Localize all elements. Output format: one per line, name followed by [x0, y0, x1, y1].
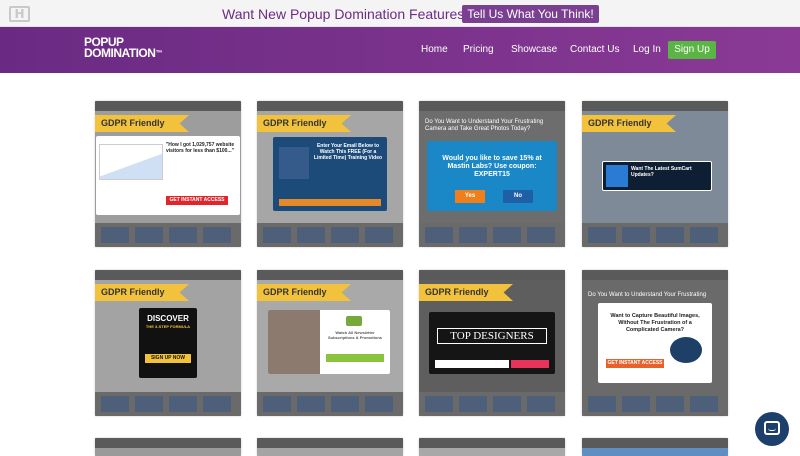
site-bar: [419, 101, 565, 111]
site-headline: Do You Want to Understand Your Frustrati…: [588, 292, 707, 298]
popup-no: No: [503, 190, 533, 203]
popup-headline: Enter Your Email Below to Watch This FRE…: [313, 143, 383, 161]
video-thumb: [279, 147, 309, 179]
showcase-thumb-12[interactable]: [582, 438, 728, 456]
child-photo: [268, 310, 320, 374]
site-bar: [257, 270, 403, 280]
h-logo-icon[interactable]: H: [9, 6, 30, 22]
popup-cta: SIGN UP NOW: [145, 354, 191, 363]
popup-preview: DISCOVER THE 3-STEP FORMULA SIGN UP NOW: [139, 308, 197, 378]
popup-preview: Watch All Newsletter Subscriptions & Pro…: [268, 310, 390, 374]
popup-headline: TOP DESIGNERS: [437, 328, 547, 344]
showcase-thumb-8[interactable]: Do You Want to Understand Your Frustrati…: [582, 270, 728, 416]
announcement-text: Want New Popup Domination Features?: [222, 6, 473, 22]
nav-pricing[interactable]: Pricing: [463, 44, 494, 55]
showcase-thumb-9[interactable]: [95, 438, 241, 456]
showcase-thumb-6[interactable]: Watch All Newsletter Subscriptions & Pro…: [257, 270, 403, 416]
popup-headline: DISCOVER: [147, 314, 189, 323]
gdpr-badge: GDPR Friendly: [419, 284, 513, 301]
popup-headline: Want The Latest SumCart Updates?: [631, 166, 692, 178]
site-bar: [257, 438, 403, 448]
popup-form: [279, 199, 381, 206]
gdpr-badge: GDPR Friendly: [95, 115, 189, 132]
showcase-thumb-7[interactable]: TOP DESIGNERS GDPR Friendly: [419, 270, 565, 416]
site-strip: [582, 392, 728, 416]
site-strip: [419, 392, 565, 416]
site-bar: [419, 438, 565, 448]
brand-logo[interactable]: POPUP DOMINATION™: [84, 36, 162, 60]
camera-image: [670, 337, 702, 363]
product-image: [606, 165, 628, 187]
popup-preview: Enter Your Email Below to Watch This FRE…: [273, 137, 387, 211]
site-strip: [95, 392, 241, 416]
nav-contact-us[interactable]: Contact Us: [570, 44, 619, 55]
chat-bubble-icon: [764, 421, 780, 435]
site-bar: [95, 270, 241, 280]
showcase-thumb-3[interactable]: Do You Want to Understand Your Frustrati…: [419, 101, 565, 247]
popup-preview: TOP DESIGNERS: [429, 312, 555, 374]
showcase-thumb-5[interactable]: DISCOVER THE 3-STEP FORMULA SIGN UP NOW …: [95, 270, 241, 416]
announcement-bar: H Want New Popup Domination Features? Te…: [0, 0, 800, 27]
popup-cta: [326, 354, 384, 362]
showcase-thumb-10[interactable]: [257, 438, 403, 456]
popup-cta: GET INSTANT ACCESS: [606, 359, 664, 368]
showcase-thumb-11[interactable]: [419, 438, 565, 456]
site-bar: [582, 438, 728, 448]
popup-headline: "How I got 1,029,757 website visitors fo…: [165, 142, 235, 154]
popup-preview: Would you like to save 15% at Mastin Lab…: [427, 141, 557, 211]
showcase-thumb-4[interactable]: Want The Latest SumCart Updates? GDPR Fr…: [582, 101, 728, 247]
site-bar: [257, 101, 403, 111]
popup-preview: "How I got 1,029,757 website visitors fo…: [96, 136, 240, 215]
site-headline: Do You Want to Understand Your Frustrati…: [425, 119, 544, 132]
site-bar: [582, 101, 728, 111]
site-strip: [95, 223, 241, 247]
brand-logo-image: [346, 316, 362, 326]
popup-cta: [511, 360, 549, 368]
popup-preview: Want to Capture Beautiful Images, Withou…: [598, 303, 712, 383]
gdpr-badge: GDPR Friendly: [257, 115, 351, 132]
feedback-button[interactable]: Tell Us What You Think!: [462, 5, 599, 23]
sign-up-button[interactable]: Sign Up: [668, 41, 716, 59]
site-bar: [582, 270, 728, 280]
gdpr-badge: GDPR Friendly: [257, 284, 351, 301]
popup-headline: Watch All Newsletter Subscriptions & Pro…: [327, 330, 382, 340]
showcase-thumb-1[interactable]: "How I got 1,029,757 website visitors fo…: [95, 101, 241, 247]
nav-showcase[interactable]: Showcase: [511, 44, 557, 55]
popup-input: [435, 360, 509, 368]
popup-cta: GET INSTANT ACCESS: [166, 196, 228, 205]
site-strip: [257, 392, 403, 416]
site-bar: [95, 438, 241, 448]
popup-yes: Yes: [455, 190, 485, 203]
chart-image: [99, 144, 163, 180]
gdpr-badge: GDPR Friendly: [95, 284, 189, 301]
popup-headline: Want to Capture Beautiful Images, Withou…: [610, 313, 700, 333]
chat-launcher-button[interactable]: [755, 412, 789, 446]
site-strip: [582, 223, 728, 247]
nav-log-in[interactable]: Log In: [633, 44, 661, 55]
popup-preview: Want The Latest SumCart Updates?: [602, 161, 712, 191]
popup-sub: THE 3-STEP FORMULA: [145, 324, 191, 329]
site-bar: [95, 101, 241, 111]
showcase-thumb-2[interactable]: Enter Your Email Below to Watch This FRE…: [257, 101, 403, 247]
popup-offer: Would you like to save 15% at Mastin Lab…: [442, 155, 542, 178]
nav-home[interactable]: Home: [421, 44, 448, 55]
site-bar: [419, 270, 565, 280]
gdpr-badge: GDPR Friendly: [582, 115, 676, 132]
site-strip: [419, 223, 565, 247]
brand-line2: DOMINATION™: [84, 46, 162, 60]
site-strip: [257, 223, 403, 247]
